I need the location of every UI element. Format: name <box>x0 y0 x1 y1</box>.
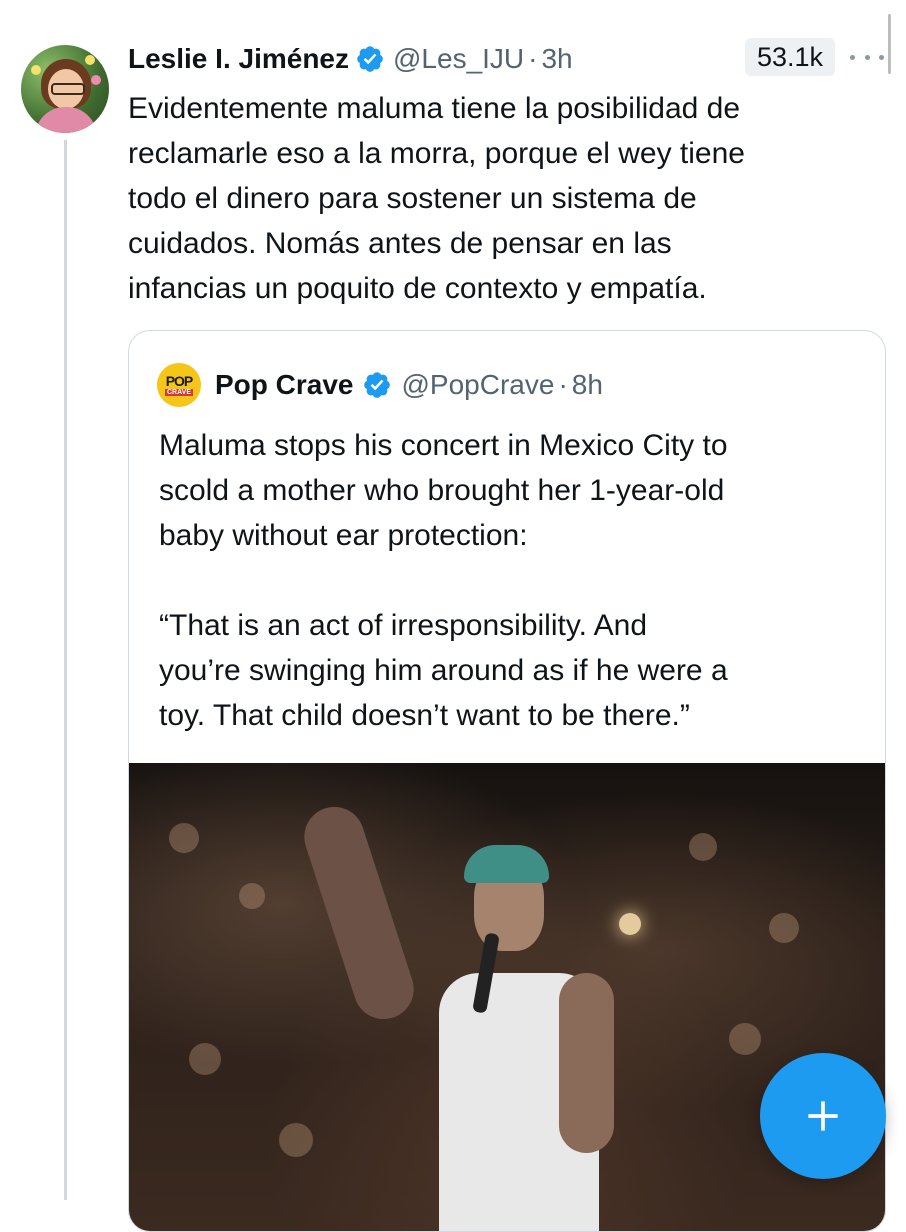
avatar-shirt <box>35 107 97 133</box>
quoted-text-line: “That is an act of irresponsibility. And <box>159 609 647 642</box>
more-dot <box>850 54 855 60</box>
stage-light <box>619 913 641 935</box>
performer-raised-arm <box>296 799 422 1027</box>
user-avatar[interactable] <box>21 45 109 133</box>
tweet-text-line: Evidentemente maluma tiene la posibilida… <box>128 92 741 125</box>
quoted-tweet-timestamp[interactable]: 8h <box>572 369 603 401</box>
avatar-glasses <box>51 83 85 95</box>
verified-badge-icon <box>357 46 383 72</box>
crowd-figure <box>729 1023 761 1055</box>
avatar-flower <box>31 65 41 75</box>
performer-cap <box>464 845 549 883</box>
crowd-figure <box>769 913 799 943</box>
tweet-text-line: cuidados. Nomás antes de pensar en las <box>128 227 672 260</box>
tweet-text-line: infancias un poquito de contexto y empat… <box>128 272 707 305</box>
quoted-author-name[interactable]: Pop Crave <box>215 369 354 401</box>
quoted-tweet-header: POP CRAVE Pop Crave @PopCrave · 8h <box>157 363 603 407</box>
concert-video-thumbnail[interactable] <box>129 763 885 1231</box>
scrollbar[interactable] <box>897 0 906 1200</box>
pop-crave-logo[interactable]: POP CRAVE <box>157 363 201 407</box>
crowd-figure <box>239 883 265 909</box>
quoted-text-line: baby without ear protection: <box>159 519 528 552</box>
performer-arm <box>559 973 614 1153</box>
thread-connector-line <box>64 140 67 1200</box>
separator-dot: · <box>528 43 538 74</box>
tweet-text: Evidentemente maluma tiene la posibilida… <box>128 86 878 311</box>
logo-text-bottom: CRAVE <box>165 389 193 396</box>
quoted-author-handle[interactable]: @PopCrave <box>402 369 555 401</box>
author-handle[interactable]: @Les_IJU <box>393 43 524 75</box>
tweet-text-line: todo el dinero para sostener un sistema … <box>128 182 697 215</box>
tweet-header: Leslie I. Jiménez @Les_IJU · 3h <box>128 40 573 78</box>
tweet-timestamp[interactable]: 3h <box>541 43 572 75</box>
quoted-text-line: scold a mother who brought her 1-year-ol… <box>159 474 725 507</box>
crowd-figure <box>279 1123 313 1157</box>
scrollbar-thumb[interactable] <box>888 14 891 74</box>
quoted-text-line: you’re swinging him around as if he were… <box>159 654 728 687</box>
crowd-figure <box>189 1043 221 1075</box>
more-dot <box>864 54 870 60</box>
quoted-text-line: Maluma stops his concert in Mexico City … <box>159 429 728 462</box>
more-dot <box>879 54 884 60</box>
separator-dot: · <box>558 369 568 400</box>
author-name[interactable]: Leslie I. Jiménez <box>128 43 349 75</box>
logo-text-top: POP <box>165 373 194 389</box>
compose-post-button[interactable] <box>760 1053 886 1179</box>
quoted-text-line: toy. That child doesn’t want to be there… <box>159 699 690 732</box>
more-options-icon[interactable] <box>850 47 884 67</box>
avatar-flower <box>91 75 101 85</box>
plus-icon <box>808 1101 838 1131</box>
avatar-flower <box>85 55 95 65</box>
quoted-text-line <box>159 558 879 603</box>
verified-badge-icon <box>363 372 390 398</box>
quoted-tweet-text: Maluma stops his concert in Mexico City … <box>159 423 879 738</box>
tweet-text-line: reclamarle eso a la morra, porque el wey… <box>128 137 745 170</box>
crowd-figure <box>689 833 717 861</box>
views-count-badge: 53.1k <box>745 38 835 76</box>
crowd-figure <box>169 823 199 853</box>
